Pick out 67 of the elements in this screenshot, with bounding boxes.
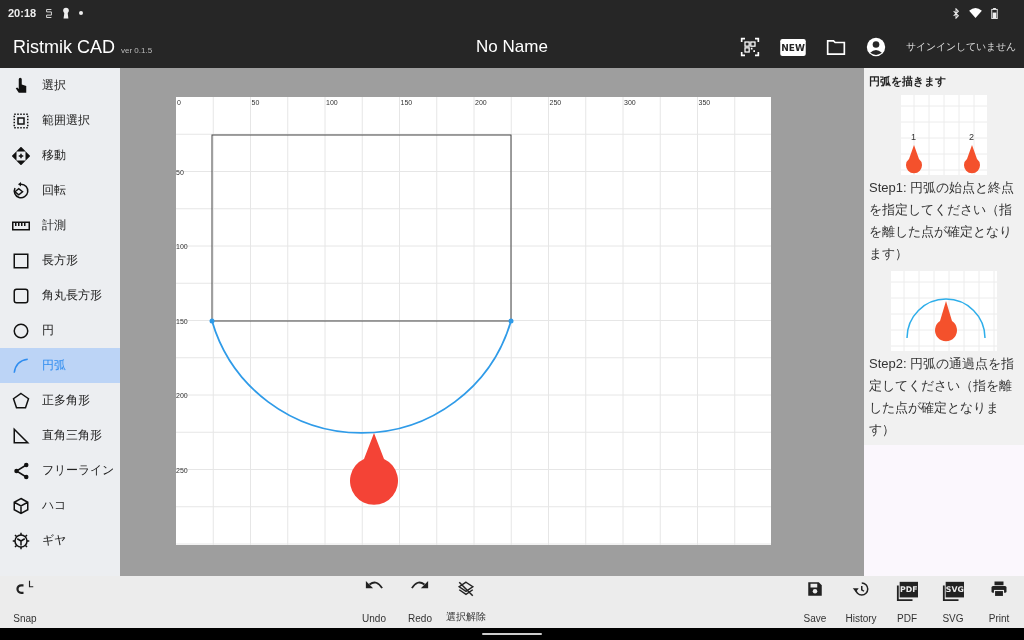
dot-icon <box>79 11 84 15</box>
keyhole-icon <box>62 7 71 19</box>
toolbar-button[interactable]: Snap <box>2 580 48 624</box>
document-title: No Name <box>476 37 548 57</box>
qr-scan-icon[interactable] <box>740 37 760 57</box>
arc-shape[interactable] <box>211 320 512 434</box>
toolbar-button[interactable]: Redo <box>397 580 443 624</box>
touch-pointer <box>906 145 922 174</box>
new-icon[interactable]: NEW <box>780 38 806 56</box>
point-label: 1 <box>911 132 916 142</box>
redo-icon <box>411 580 429 590</box>
sign-in-status[interactable]: サインインしていません <box>906 40 1016 54</box>
tool-item[interactable]: 選択 <box>0 68 120 103</box>
touch-pointer <box>935 301 957 342</box>
history-icon <box>852 580 870 598</box>
rounded-square-icon <box>12 286 30 305</box>
tool-item[interactable]: 回転 <box>0 173 120 208</box>
toolbar-button[interactable]: 選択解除 <box>443 580 489 624</box>
circle-icon <box>12 321 30 340</box>
arc-endpoint[interactable] <box>508 318 514 324</box>
move-icon <box>12 146 30 165</box>
folder-icon[interactable] <box>826 38 846 56</box>
gear-icon <box>12 531 30 550</box>
notification-icon <box>45 7 54 19</box>
version-label: ver 0.1.5 <box>121 45 153 55</box>
tool-item[interactable]: 計測 <box>0 208 120 243</box>
square-icon <box>12 251 30 270</box>
bluetooth-icon <box>952 7 960 19</box>
undo-icon <box>365 580 383 590</box>
step1-text: Step1: 円弧の始点と終点を指定してください（指を離した点が確定となります） <box>869 179 1016 263</box>
pentagon-icon <box>12 391 30 410</box>
app-title: Ristmik CAD <box>13 36 115 58</box>
battery-icon <box>991 7 998 19</box>
tool-item[interactable]: フリーライン <box>0 453 120 488</box>
toolbar-button[interactable]: Save <box>792 580 838 624</box>
account-icon[interactable] <box>866 37 886 57</box>
rotate-icon <box>12 181 30 200</box>
right-triangle-icon <box>12 426 30 445</box>
layers-off-icon <box>457 580 475 598</box>
tool-item[interactable]: 正多角形 <box>0 383 120 418</box>
help-title: 円弧を描きます <box>869 74 947 89</box>
tool-item[interactable]: 移動 <box>0 138 120 173</box>
toolbar-button[interactable]: Undo <box>351 580 397 624</box>
point-label: 2 <box>969 132 974 142</box>
polyline-icon <box>12 461 30 480</box>
touch-pointer[interactable] <box>350 433 398 505</box>
step2-text: Step2: 円弧の通過点を指定してください（指を離した点が確定となります） <box>869 355 1016 439</box>
rectangle-shape[interactable] <box>211 134 512 322</box>
printer-icon <box>990 580 1008 598</box>
tool-item[interactable]: 長方形 <box>0 243 120 278</box>
cube-icon <box>12 496 30 515</box>
tool-item[interactable]: ギヤ <box>0 523 120 558</box>
arc-endpoint[interactable] <box>209 318 215 324</box>
toolbar-button[interactable]: History <box>838 580 884 624</box>
selection-icon <box>12 111 30 130</box>
toolbar-button[interactable]: Print <box>976 580 1022 624</box>
tool-item[interactable]: 円 <box>0 313 120 348</box>
arc-icon <box>12 356 30 375</box>
clock: 20:18 <box>8 7 37 19</box>
tool-item[interactable]: 角丸長方形 <box>0 278 120 313</box>
wifi-icon <box>969 8 982 18</box>
tool-item[interactable]: 直角三角形 <box>0 418 120 453</box>
tool-item[interactable]: ハコ <box>0 488 120 523</box>
touch-pointer <box>964 145 980 174</box>
tool-item[interactable]: 範囲選択 <box>0 103 120 138</box>
home-handle[interactable] <box>482 633 542 635</box>
save-icon <box>806 580 824 598</box>
